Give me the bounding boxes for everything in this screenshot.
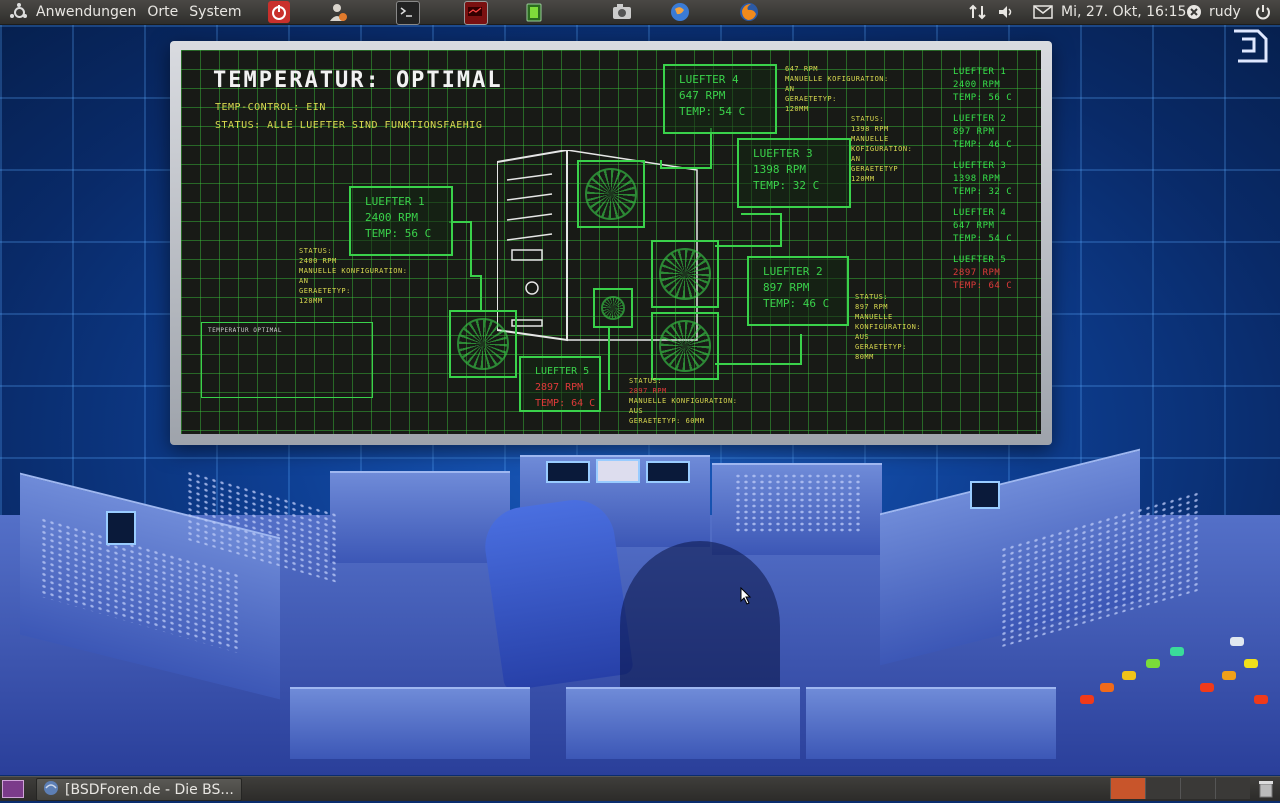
wallpaper-logo-icon: [1228, 27, 1272, 71]
network-icon[interactable]: [968, 0, 988, 24]
volume-icon[interactable]: [996, 0, 1016, 24]
monitor-app-icon[interactable]: [464, 1, 488, 25]
thumbnail-preview: TEMPERATUR OPTIMAL: [201, 322, 373, 398]
mouse-cursor-icon: [740, 586, 752, 609]
shutdown-icon[interactable]: [1254, 0, 1272, 24]
mail-icon[interactable]: [1033, 0, 1053, 24]
taskbar-window-title: [BSDForen.de - Die BS...: [65, 781, 234, 798]
fan-summary-list: LUEFTER 1 2400 RPM TEMP: 56 C LUEFTER 2 897…: [953, 67, 1013, 291]
user-status-icon[interactable]: [1186, 0, 1202, 24]
control-console: [0, 445, 1280, 775]
top-panel: Anwendungen Orte System Mi, 27. Okt, 16:…: [0, 0, 1280, 25]
menu-applications[interactable]: Anwendungen: [36, 4, 136, 20]
fan-box-3: LUEFTER 3 1398 RPM TEMP: 32 C: [737, 138, 851, 208]
fan4-status-block: 647 RPM MANUELLE KOFIGURATION: AN GERAETET…: [785, 65, 889, 113]
show-desktop-icon[interactable]: [2, 780, 24, 798]
power-app-icon[interactable]: [268, 1, 290, 23]
fan5-status-block: STATUS: 2897 RPM MANUELLE KONFIGURATION: A…: [629, 377, 738, 425]
bottom-panel: [BSDForen.de - Die BS...: [0, 776, 1280, 801]
monitor-screen: TEMPERATUR: OPTIMAL TEMP-CONTROL: EIN ST…: [181, 50, 1041, 434]
menu-places[interactable]: Orte: [147, 4, 178, 20]
terminal-icon[interactable]: [396, 1, 420, 25]
fan-box-5: LUEFTER 5 2897 RPM TEMP: 64 C: [519, 356, 601, 412]
fan-box-2: LUEFTER 2 897 RPM TEMP: 46 C: [747, 256, 849, 326]
user-name[interactable]: rudy: [1209, 0, 1241, 24]
window-app-icon: [43, 780, 59, 800]
fan-box-4: LUEFTER 4 647 RPM TEMP: 54 C: [663, 64, 777, 134]
clock[interactable]: Mi, 27. Okt, 16:15: [1061, 0, 1186, 24]
menu-system[interactable]: System: [189, 4, 241, 20]
screenshot-icon[interactable]: [611, 1, 633, 23]
battery-app-icon[interactable]: [523, 1, 545, 23]
fan2-status-block: STATUS: 897 RPM MANUELLE KONFIGURATION: AU…: [855, 293, 922, 361]
user-app-icon[interactable]: [327, 1, 349, 23]
browser-globe-icon[interactable]: [669, 1, 691, 23]
fan3-status-block: STATUS: 1398 RPM MANUELLE KOFIGURATION: AN…: [851, 115, 913, 183]
wallpaper-monitor: TEMPERATUR: OPTIMAL TEMP-CONTROL: EIN ST…: [170, 41, 1052, 445]
main-menu: Anwendungen Orte System: [0, 0, 259, 24]
workspace-2[interactable]: [1145, 778, 1180, 799]
chair: [480, 494, 634, 692]
desktop-wallpaper: TEMPERATUR: OPTIMAL TEMP-CONTROL: EIN ST…: [0, 25, 1280, 775]
ubuntu-logo-icon[interactable]: [10, 3, 28, 21]
firefox-icon[interactable]: [738, 1, 760, 23]
taskbar-window-button[interactable]: [BSDForen.de - Die BS...: [36, 778, 242, 801]
workspace-3[interactable]: [1180, 778, 1215, 799]
trash-icon[interactable]: [1256, 779, 1276, 803]
workspace-4[interactable]: [1215, 778, 1250, 799]
fan1-status-block: STATUS: 2400 RPM MANUELLE KONFIGURATION: A…: [299, 247, 408, 305]
workspace-1[interactable]: [1110, 778, 1145, 799]
